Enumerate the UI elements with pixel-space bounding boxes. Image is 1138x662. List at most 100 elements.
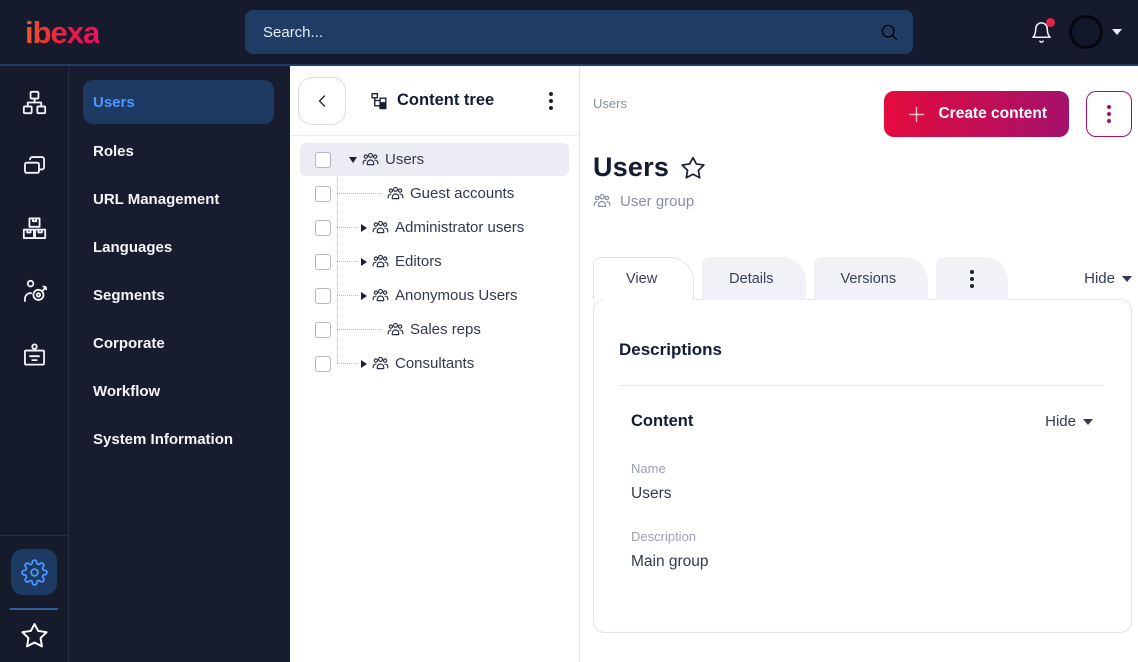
tree-checkbox[interactable]: [315, 185, 331, 202]
content-tree-title: Content tree: [397, 91, 495, 109]
chevron-down-icon: [1122, 275, 1132, 282]
content-section-heading: Content: [631, 412, 694, 430]
tree-item-guest-accounts[interactable]: Guest accounts: [300, 177, 569, 210]
tree-item-label: Editors: [395, 253, 442, 270]
card-divider: [619, 385, 1103, 386]
sidebar-divider: [0, 535, 69, 536]
content-type-row: User group: [593, 192, 1132, 210]
tree-item-label: Guest accounts: [410, 185, 515, 202]
page-title: Users: [593, 152, 670, 182]
create-content-button[interactable]: Create content: [884, 91, 1069, 137]
content-tree-header: Content tree: [290, 66, 579, 136]
title-row: Users: [593, 152, 1132, 183]
tree-connector: [337, 363, 358, 364]
expand-caret-icon[interactable]: [361, 359, 367, 368]
content-section-head: Content Hide: [631, 412, 1103, 431]
topbar-right: [1030, 15, 1122, 49]
content-section-hide-toggle[interactable]: Hide: [1045, 413, 1093, 430]
gear-icon[interactable]: [11, 549, 57, 595]
user-group-icon: [593, 193, 611, 208]
search-icon[interactable]: [879, 22, 899, 42]
descriptions-heading: Descriptions: [619, 340, 722, 359]
sidebar-item-roles[interactable]: Roles: [69, 127, 290, 175]
tree-item-label: Administrator users: [395, 219, 525, 236]
tree-item-label: Anonymous Users: [395, 287, 518, 304]
tree-item-label: Sales reps: [410, 321, 481, 338]
top-bar: ibexa: [0, 0, 1138, 66]
notification-badge: [1046, 17, 1055, 27]
collapse-caret-icon[interactable]: [349, 156, 357, 163]
product-boxes-icon[interactable]: [12, 206, 56, 250]
tree-checkbox[interactable]: [315, 253, 331, 270]
global-search[interactable]: [245, 10, 913, 54]
sidebar-item-users[interactable]: Users: [83, 80, 274, 124]
avatar[interactable]: [1069, 15, 1103, 49]
sidebar-item-languages[interactable]: Languages: [69, 223, 290, 271]
tab-view[interactable]: View: [593, 257, 695, 300]
tree-checkbox[interactable]: [315, 355, 331, 372]
personalization-target-icon[interactable]: [12, 269, 56, 313]
star-icon[interactable]: [20, 621, 49, 650]
breadcrumb[interactable]: Users: [593, 96, 627, 111]
content-section: Content Hide Name Users Description Main…: [619, 412, 1103, 571]
tree-connector: [337, 193, 382, 194]
tree-item-label: Consultants: [395, 355, 475, 372]
expand-caret-icon[interactable]: [361, 291, 367, 300]
field-value: Users: [631, 485, 672, 502]
notifications-button[interactable]: [1030, 17, 1055, 44]
content-tree: Users Guest accounts Administrator users: [290, 136, 579, 662]
bookmark-star-icon[interactable]: [680, 155, 706, 181]
create-content-label: Create content: [938, 105, 1047, 122]
tree-item-editors[interactable]: Editors: [300, 245, 569, 278]
user-group-icon: [362, 152, 379, 166]
tree-item-anonymous-users[interactable]: Anonymous Users: [300, 279, 569, 312]
user-group-icon: [372, 220, 389, 234]
tree-checkbox[interactable]: [315, 287, 331, 304]
logo-area: ibexa: [25, 17, 245, 48]
main-content: Users Create content Users User group Vi…: [580, 66, 1138, 662]
ibexa-logo[interactable]: ibexa: [25, 17, 100, 48]
user-group-icon: [372, 356, 389, 370]
tab-details[interactable]: Details: [702, 257, 806, 300]
tree-connector: [337, 261, 358, 262]
expand-caret-icon[interactable]: [361, 257, 367, 266]
chevron-down-icon: [1112, 29, 1122, 35]
tree-item-consultants[interactable]: Consultants: [300, 347, 569, 380]
sidebar-item-segments[interactable]: Segments: [69, 271, 290, 319]
ibexa-admin-app: ibexa Search... Users Roles URL Manageme…: [0, 0, 1138, 662]
field-description: Description Main group: [631, 529, 1103, 571]
body-row: Users Roles URL Management Languages Seg…: [0, 66, 1138, 662]
search-input[interactable]: [261, 22, 879, 42]
admin-menu-sidebar: Users Roles URL Management Languages Seg…: [69, 66, 290, 662]
sidebar-item-workflow[interactable]: Workflow: [69, 367, 290, 415]
tree-connector: [337, 227, 358, 228]
header-actions: Create content: [884, 91, 1132, 137]
tabs-more-kebab[interactable]: [936, 257, 1009, 300]
plus-icon: [906, 104, 927, 125]
tree-item-sales-reps[interactable]: Sales reps: [300, 313, 569, 346]
expand-caret-icon[interactable]: [361, 223, 367, 232]
pages-icon[interactable]: [12, 143, 56, 187]
sidebar-item-corporate[interactable]: Corporate: [69, 319, 290, 367]
hide-all-toggle[interactable]: Hide: [1084, 270, 1132, 287]
tree-options-kebab[interactable]: [543, 86, 559, 116]
field-label: Description: [631, 529, 697, 544]
user-menu[interactable]: [1069, 15, 1122, 49]
tab-versions[interactable]: Versions: [813, 257, 929, 300]
sitemap-icon[interactable]: [12, 80, 56, 124]
page-options-kebab[interactable]: [1086, 91, 1132, 137]
sidebar-item-system-information[interactable]: System Information: [69, 415, 290, 463]
collapse-tree-button[interactable]: [298, 76, 346, 125]
tree-checkbox[interactable]: [315, 151, 331, 168]
tree-item-administrator-users[interactable]: Administrator users: [300, 211, 569, 244]
id-badge-icon[interactable]: [12, 332, 56, 376]
tree-checkbox[interactable]: [315, 321, 331, 338]
user-group-icon: [387, 322, 404, 336]
hide-all-label: Hide: [1084, 270, 1115, 287]
active-section-divider: [10, 608, 58, 610]
sidebar-item-url-management[interactable]: URL Management: [69, 175, 290, 223]
content-section-hide-label: Hide: [1045, 413, 1076, 430]
tree-checkbox[interactable]: [315, 219, 331, 236]
chevron-down-icon: [1083, 418, 1093, 425]
tree-item-users[interactable]: Users: [300, 143, 569, 176]
